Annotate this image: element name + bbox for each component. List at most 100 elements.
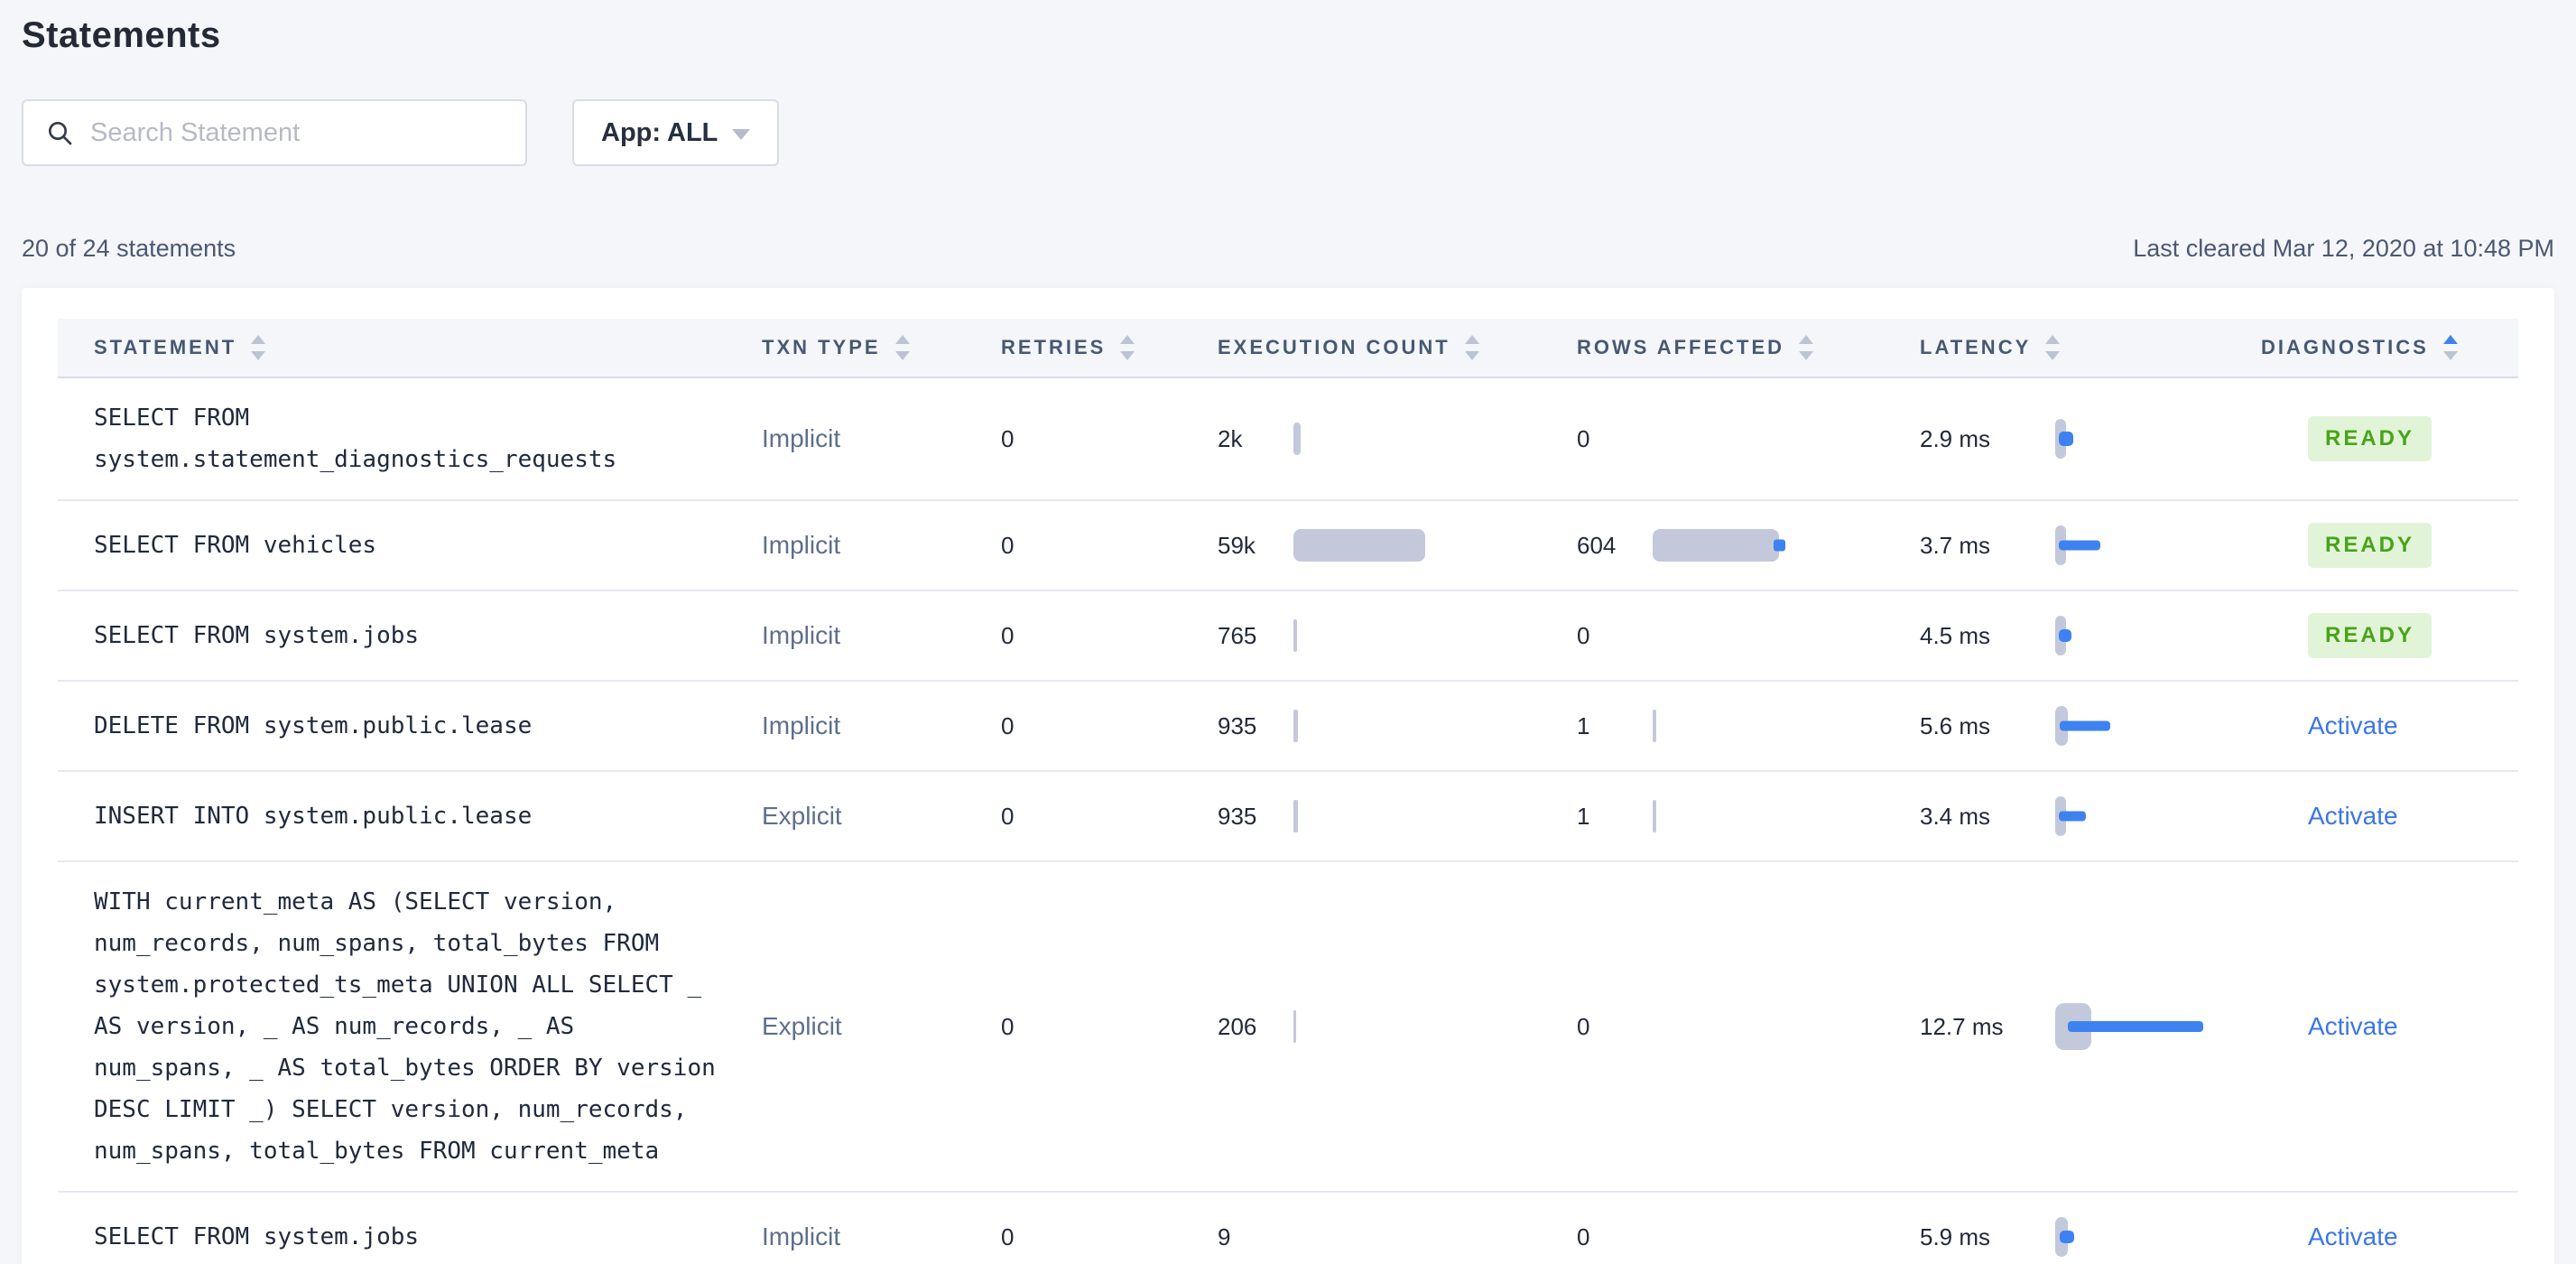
statement-text[interactable]: SELECT FROM system.jobs xyxy=(58,615,762,656)
statements-page: Statements App: ALL 20 of 24 statements … xyxy=(0,0,2576,1264)
search-box[interactable] xyxy=(22,99,527,166)
execution-count-bar-track xyxy=(1293,1212,1577,1262)
execution-count-cell: 206 xyxy=(1218,1001,1577,1052)
sort-icon[interactable] xyxy=(1799,335,1814,360)
txn-type-value: Implicit xyxy=(762,531,841,559)
app-filter-dropdown[interactable]: App: ALL xyxy=(572,99,780,166)
latency-cell: 5.9 ms xyxy=(1920,1212,2261,1262)
execution-count-value: 935 xyxy=(1218,802,1257,830)
sort-asc-arrow-icon xyxy=(1464,335,1479,344)
statement-text[interactable]: SELECT FROM vehicles xyxy=(58,525,762,566)
latency-mean-bar xyxy=(2060,1231,2074,1243)
table-body: SELECT FROM system.statement_diagnostics… xyxy=(58,378,2518,1264)
txn-type-value: Explicit xyxy=(762,802,842,830)
column-header-latency[interactable]: LATENCY xyxy=(1920,335,2261,360)
diagnostics-activate-link[interactable]: Activate xyxy=(2308,1222,2398,1250)
latency-value: 5.9 ms xyxy=(1920,1222,1991,1250)
chevron-down-icon xyxy=(732,129,751,140)
execution-count-bar-track xyxy=(1293,1001,1577,1052)
sort-asc-arrow-icon xyxy=(2045,335,2061,344)
search-icon xyxy=(45,118,74,147)
retries-cell: 0 xyxy=(1001,425,1218,453)
latency-value: 3.7 ms xyxy=(1920,531,1991,559)
statement-cell: SELECT FROM system.jobs xyxy=(58,1216,762,1258)
page-title: Statements xyxy=(22,15,221,55)
execution-count-value: 765 xyxy=(1218,621,1257,649)
execution-count-value: 2k xyxy=(1218,424,1243,452)
table-row: SELECT FROM system.statement_diagnostics… xyxy=(58,378,2518,501)
sort-icon[interactable] xyxy=(1120,335,1135,360)
rows-affected-value: 0 xyxy=(1577,424,1590,452)
statement-cell: SELECT FROM system.jobs xyxy=(58,615,762,656)
column-header-label: DIAGNOSTICS xyxy=(2261,336,2429,358)
diagnostics-ready-badge[interactable]: READY xyxy=(2308,416,2432,461)
sort-icon[interactable] xyxy=(2442,335,2458,360)
retries-value: 0 xyxy=(1001,802,1015,830)
statement-text[interactable]: SELECT FROM system.statement_diagnostics… xyxy=(58,397,762,480)
txn-type-cell: Explicit xyxy=(762,1012,1001,1041)
statement-cell: SELECT FROM vehicles xyxy=(58,525,762,566)
column-header-label: ROWS AFFECTED xyxy=(1577,336,1785,358)
execution-count-value: 9 xyxy=(1218,1222,1231,1250)
execution-count-bar xyxy=(1293,1010,1296,1043)
column-header-statement[interactable]: STATEMENT xyxy=(58,335,762,360)
sort-desc-arrow-icon xyxy=(2442,351,2458,360)
rows-affected-bar-track xyxy=(1653,1212,1920,1262)
retries-value: 0 xyxy=(1001,711,1015,739)
txn-type-value: Implicit xyxy=(762,621,841,649)
execution-count-bar-track xyxy=(1293,791,1577,841)
diagnostics-ready-badge[interactable]: READY xyxy=(2308,523,2432,568)
latency-chart xyxy=(2055,610,2261,661)
diagnostics-cell: Activate xyxy=(2261,711,2514,740)
sort-icon[interactable] xyxy=(1464,335,1479,360)
sort-icon[interactable] xyxy=(251,335,266,360)
sort-icon[interactable] xyxy=(2045,335,2061,360)
sort-asc-arrow-icon xyxy=(894,335,910,344)
diagnostics-cell: READY xyxy=(2261,613,2514,658)
rows-affected-cell: 0 xyxy=(1577,1001,1920,1052)
diagnostics-activate-link[interactable]: Activate xyxy=(2308,711,2398,739)
execution-count-bar-track xyxy=(1293,610,1577,661)
statement-text[interactable]: INSERT INTO system.public.lease xyxy=(58,795,762,837)
column-header-retries[interactable]: RETRIES xyxy=(1001,335,1218,360)
txn-type-cell: Implicit xyxy=(762,621,1001,650)
latency-cell: 3.4 ms xyxy=(1920,791,2261,841)
sort-icon[interactable] xyxy=(894,335,910,360)
txn-type-value: Explicit xyxy=(762,1012,842,1040)
diagnostics-cell: Activate xyxy=(2261,802,2514,831)
diagnostics-activate-link[interactable]: Activate xyxy=(2308,802,2398,830)
diagnostics-ready-badge[interactable]: READY xyxy=(2308,613,2432,658)
column-header-diagnostics[interactable]: DIAGNOSTICS xyxy=(2261,335,2514,360)
last-cleared-text: Last cleared Mar 12, 2020 at 10:48 PM xyxy=(2133,235,2554,262)
execution-count-bar-track xyxy=(1293,520,1577,571)
rows-affected-bar xyxy=(1653,529,1779,562)
column-header-label: EXECUTION COUNT xyxy=(1218,336,1450,358)
search-input[interactable] xyxy=(90,117,504,148)
retries-cell: 0 xyxy=(1001,1223,1218,1251)
diagnostics-activate-link[interactable]: Activate xyxy=(2308,1012,2398,1040)
statement-text[interactable]: SELECT FROM system.jobs xyxy=(58,1216,762,1258)
column-header-execution-count[interactable]: EXECUTION COUNT xyxy=(1218,335,1577,360)
table-row: DELETE FROM system.public.lease Implicit 0… xyxy=(58,682,2518,772)
sort-asc-arrow-icon xyxy=(2442,335,2458,344)
rows-affected-value: 0 xyxy=(1577,1222,1590,1250)
diagnostics-cell: Activate xyxy=(2261,1222,2514,1251)
sort-desc-arrow-icon xyxy=(894,351,910,360)
statement-text[interactable]: WITH current_meta AS (SELECT version, nu… xyxy=(58,881,762,1172)
latency-value: 2.9 ms xyxy=(1920,424,1991,452)
statement-cell: INSERT INTO system.public.lease xyxy=(58,795,762,837)
column-header-txn-type[interactable]: TXN TYPE xyxy=(762,335,1001,360)
rows-affected-cell: 604 xyxy=(1577,520,1920,571)
execution-count-value: 935 xyxy=(1218,711,1257,739)
statement-text[interactable]: DELETE FROM system.public.lease xyxy=(58,705,762,747)
column-header-rows-affected[interactable]: ROWS AFFECTED xyxy=(1577,335,1920,360)
txn-type-cell: Explicit xyxy=(762,802,1001,831)
latency-value: 5.6 ms xyxy=(1920,711,1991,739)
latency-chart xyxy=(2055,701,2261,751)
statement-cell: DELETE FROM system.public.lease xyxy=(58,705,762,747)
statement-cell: WITH current_meta AS (SELECT version, nu… xyxy=(58,881,762,1172)
latency-cell: 12.7 ms xyxy=(1920,1001,2261,1052)
rows-affected-value: 1 xyxy=(1577,711,1590,739)
execution-count-bar xyxy=(1293,529,1425,562)
execution-count-cell: 935 xyxy=(1218,701,1577,751)
